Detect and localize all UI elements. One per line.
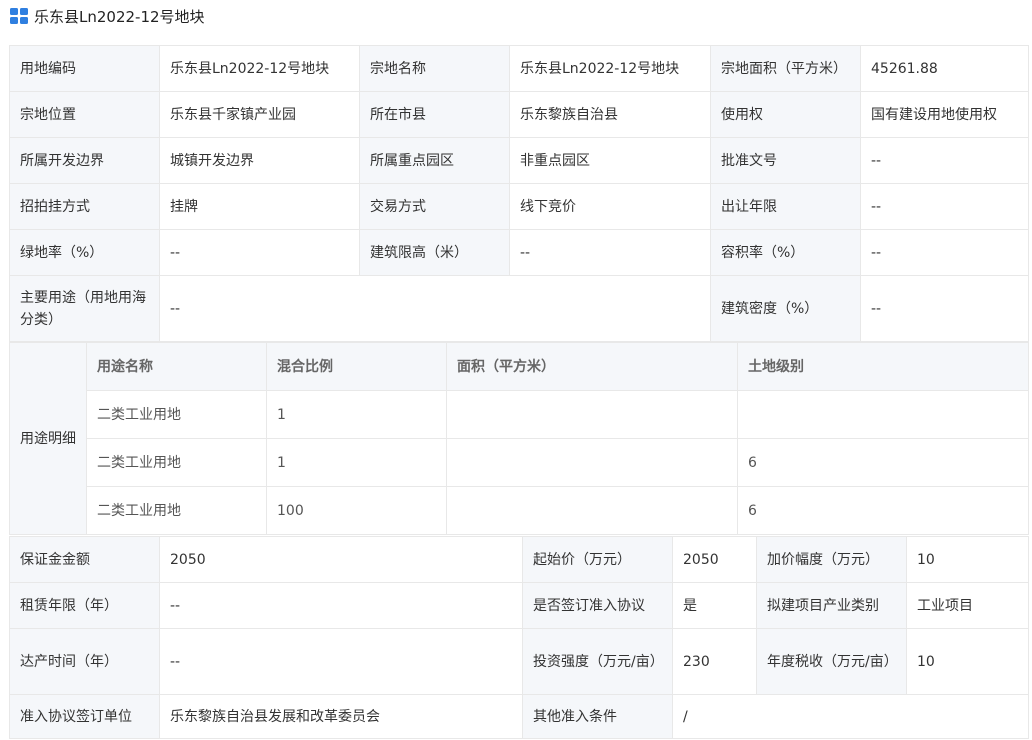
parcel-name-value: 乐东县Ln2022-12号地块 [509, 45, 711, 92]
table-row: 准入协议签订单位 乐东黎族自治县发展和改革委员会 其他准入条件 / [9, 694, 1029, 739]
mix-ratio-cell: 1 [266, 390, 447, 439]
green-rate-value: -- [159, 229, 360, 276]
industry-category-label: 拟建项目产业类别 [756, 582, 907, 629]
agreement-unit-label: 准入协议签订单位 [9, 694, 160, 739]
usage-detail-table: 用途明细 用途名称 混合比例 面积（平方米） 土地级别 二类工业用地 1 二类工… [9, 342, 1029, 535]
lease-term-label: 出让年限 [710, 183, 861, 230]
use-right-value: 国有建设用地使用权 [860, 91, 1029, 138]
column-header-mix-ratio: 混合比例 [266, 342, 447, 391]
auction-method-value: 挂牌 [159, 183, 360, 230]
table-row: 二类工业用地 100 6 [10, 486, 1029, 535]
area-cell [446, 486, 738, 535]
rent-term-label: 租赁年限（年） [9, 582, 160, 629]
approval-no-label: 批准文号 [710, 137, 861, 184]
building-density-label: 建筑密度（%） [710, 275, 861, 342]
land-grade-cell: 6 [737, 438, 1029, 487]
table-row: 租赁年限（年） -- 是否签订准入协议 是 拟建项目产业类别 工业项目 [9, 582, 1029, 629]
green-rate-label: 绿地率（%） [9, 229, 160, 276]
land-code-value: 乐东县Ln2022-12号地块 [159, 45, 360, 92]
use-right-label: 使用权 [710, 91, 861, 138]
price-info-table: 保证金金额 2050 起始价（万元） 2050 加价幅度（万元） 10 租赁年限… [9, 536, 1029, 739]
table-row: 二类工业用地 1 [10, 390, 1029, 439]
parcel-location-value: 乐东县千家镇产业园 [159, 91, 360, 138]
table-row: 用地编码 乐东县Ln2022-12号地块 宗地名称 乐东县Ln2022-12号地… [9, 45, 1029, 92]
page-title: 乐东县Ln2022-12号地块 [34, 7, 205, 26]
approval-no-value: -- [860, 137, 1029, 184]
county-value: 乐东黎族自治县 [509, 91, 711, 138]
deposit-value: 2050 [159, 536, 523, 583]
use-name-cell: 二类工业用地 [86, 438, 267, 487]
investment-intensity-label: 投资强度（万元/亩） [522, 628, 673, 695]
usage-detail-label: 用途明细 [9, 342, 87, 535]
access-agreement-value: 是 [672, 582, 757, 629]
bid-increment-value: 10 [906, 536, 1029, 583]
height-limit-value: -- [509, 229, 711, 276]
lease-term-value: -- [860, 183, 1029, 230]
other-conditions-label: 其他准入条件 [522, 694, 673, 739]
production-time-label: 达产时间（年） [9, 628, 160, 695]
land-grade-cell: 6 [737, 486, 1029, 535]
other-conditions-value: / [672, 694, 1029, 739]
parcel-location-label: 宗地位置 [9, 91, 160, 138]
land-code-label: 用地编码 [9, 45, 160, 92]
start-price-value: 2050 [672, 536, 757, 583]
page-header: 乐东县Ln2022-12号地块 [10, 4, 205, 28]
table-row: 保证金金额 2050 起始价（万元） 2050 加价幅度（万元） 10 [9, 536, 1029, 583]
main-use-label: 主要用途（用地用海分类） [9, 275, 160, 342]
column-header-use-name: 用途名称 [86, 342, 267, 391]
annual-tax-label: 年度税收（万元/亩） [756, 628, 907, 695]
bid-increment-label: 加价幅度（万元） [756, 536, 907, 583]
key-park-value: 非重点园区 [509, 137, 711, 184]
column-header-land-grade: 土地级别 [737, 342, 1029, 391]
parcel-name-label: 宗地名称 [359, 45, 510, 92]
parcel-info-table: 用地编码 乐东县Ln2022-12号地块 宗地名称 乐东县Ln2022-12号地… [9, 45, 1029, 342]
usage-header-row: 用途明细 用途名称 混合比例 面积（平方米） 土地级别 [9, 342, 1029, 535]
rent-term-value: -- [159, 582, 523, 629]
area-cell [446, 438, 738, 487]
dev-boundary-value: 城镇开发边界 [159, 137, 360, 184]
database-icon [10, 8, 28, 24]
table-row: 二类工业用地 1 6 [10, 438, 1029, 487]
parcel-area-value: 45261.88 [860, 45, 1029, 92]
table-row: 主要用途（用地用海分类） -- 建筑密度（%） -- [9, 275, 1029, 342]
dev-boundary-label: 所属开发边界 [9, 137, 160, 184]
trade-method-value: 线下竞价 [509, 183, 711, 230]
table-row: 达产时间（年） -- 投资强度（万元/亩） 230 年度税收（万元/亩） 10 [9, 628, 1029, 695]
access-agreement-label: 是否签订准入协议 [522, 582, 673, 629]
auction-method-label: 招拍挂方式 [9, 183, 160, 230]
use-name-cell: 二类工业用地 [86, 486, 267, 535]
table-row: 绿地率（%） -- 建筑限高（米） -- 容积率（%） -- [9, 229, 1029, 276]
production-time-value: -- [159, 628, 523, 695]
use-name-cell: 二类工业用地 [86, 390, 267, 439]
table-row: 宗地位置 乐东县千家镇产业园 所在市县 乐东黎族自治县 使用权 国有建设用地使用… [9, 91, 1029, 138]
agreement-unit-value: 乐东黎族自治县发展和改革委员会 [159, 694, 523, 739]
mix-ratio-cell: 1 [266, 438, 447, 487]
building-density-value: -- [860, 275, 1029, 342]
main-use-value: -- [159, 275, 711, 342]
table-row: 所属开发边界 城镇开发边界 所属重点园区 非重点园区 批准文号 -- [9, 137, 1029, 184]
annual-tax-value: 10 [906, 628, 1029, 695]
land-grade-cell [737, 390, 1029, 439]
deposit-label: 保证金金额 [9, 536, 160, 583]
county-label: 所在市县 [359, 91, 510, 138]
mix-ratio-cell: 100 [266, 486, 447, 535]
plot-ratio-label: 容积率（%） [710, 229, 861, 276]
height-limit-label: 建筑限高（米） [359, 229, 510, 276]
trade-method-label: 交易方式 [359, 183, 510, 230]
table-row: 招拍挂方式 挂牌 交易方式 线下竞价 出让年限 -- [9, 183, 1029, 230]
investment-intensity-value: 230 [672, 628, 757, 695]
area-cell [446, 390, 738, 439]
plot-ratio-value: -- [860, 229, 1029, 276]
column-header-area: 面积（平方米） [446, 342, 738, 391]
key-park-label: 所属重点园区 [359, 137, 510, 184]
industry-category-value: 工业项目 [906, 582, 1029, 629]
start-price-label: 起始价（万元） [522, 536, 673, 583]
parcel-area-label: 宗地面积（平方米） [710, 45, 861, 92]
